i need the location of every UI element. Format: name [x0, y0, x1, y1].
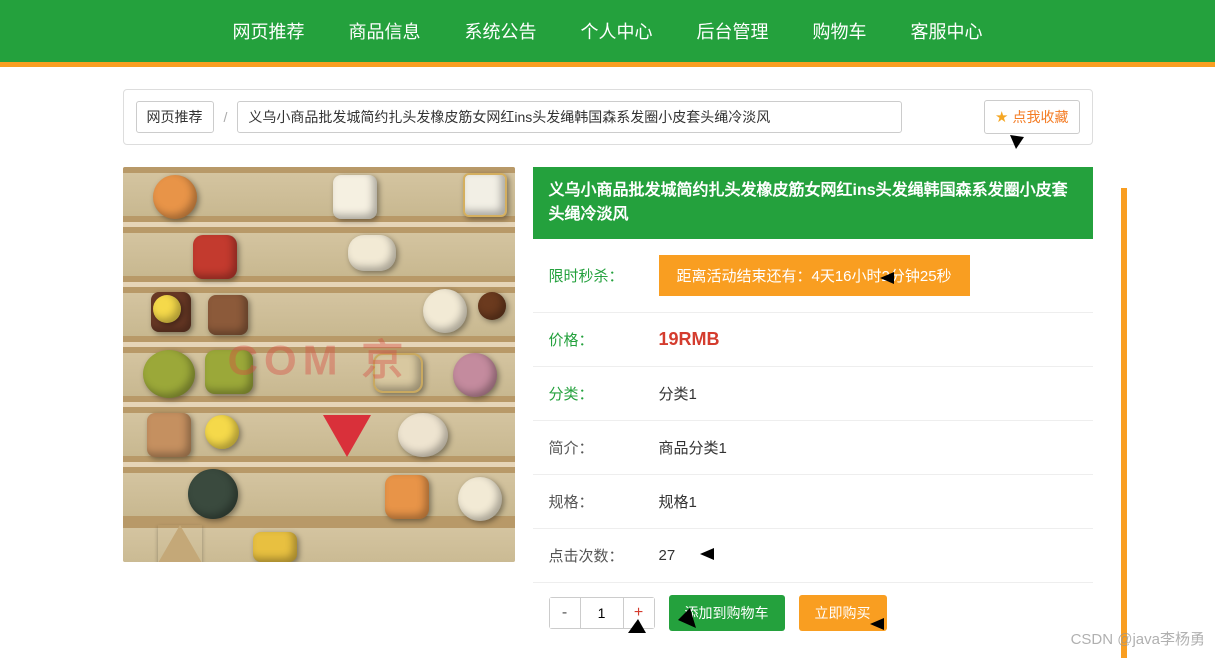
nav-support[interactable]: 客服中心: [907, 10, 987, 52]
buy-now-button[interactable]: 立即购买: [799, 595, 887, 631]
intro-row: 简介： 商品分类1: [533, 421, 1093, 475]
product-title: 义乌小商品批发城简约扎头发橡皮筋女网红ins头发绳韩国森系发圈小皮套头绳冷淡风: [533, 167, 1093, 239]
top-navigation: 网页推荐 商品信息 系统公告 个人中心 后台管理 购物车 客服中心: [0, 0, 1215, 62]
clicks-label: 点击次数：: [549, 545, 659, 566]
right-orange-border: [1121, 188, 1127, 658]
breadcrumb-title: 义乌小商品批发城简约扎头发橡皮筋女网红ins头发绳韩国森系发圈小皮套头绳冷淡风: [237, 101, 902, 133]
nav-admin[interactable]: 后台管理: [693, 10, 773, 52]
category-value: 分类1: [659, 383, 697, 404]
product-details: 义乌小商品批发城简约扎头发橡皮筋女网红ins头发绳韩国森系发圈小皮套头绳冷淡风 …: [533, 167, 1093, 643]
product-image: COM 京: [123, 167, 515, 562]
category-row: 分类： 分类1: [533, 367, 1093, 421]
qty-plus-button[interactable]: +: [623, 597, 655, 629]
breadcrumb-separator: /: [224, 109, 228, 125]
price-row: 价格： 19RMB: [533, 313, 1093, 367]
flash-label: 限时秒杀：: [549, 265, 659, 286]
accent-bar: [0, 62, 1215, 67]
category-label: 分类：: [549, 383, 659, 404]
nav-products[interactable]: 商品信息: [345, 10, 425, 52]
nav-cart[interactable]: 购物车: [809, 10, 871, 52]
qty-minus-button[interactable]: -: [549, 597, 581, 629]
intro-label: 简介：: [549, 437, 659, 458]
spec-value: 规格1: [659, 491, 697, 512]
countdown-timer: 距离活动结束还有：4天16小时2分钟25秒: [659, 255, 970, 296]
action-row: - + 添加到购物车 立即购买: [533, 583, 1093, 643]
add-to-cart-button[interactable]: 添加到购物车: [669, 595, 785, 631]
favorite-button[interactable]: ★ 点我收藏: [984, 100, 1079, 134]
star-icon: ★: [995, 108, 1008, 126]
nav-announce[interactable]: 系统公告: [461, 10, 541, 52]
clicks-row: 点击次数： 27: [533, 529, 1093, 583]
breadcrumb: 网页推荐 / 义乌小商品批发城简约扎头发橡皮筋女网红ins头发绳韩国森系发圈小皮…: [123, 89, 1093, 145]
flash-sale-row: 限时秒杀： 距离活动结束还有：4天16小时2分钟25秒: [533, 239, 1093, 313]
spec-label: 规格：: [549, 491, 659, 512]
breadcrumb-home[interactable]: 网页推荐: [136, 101, 214, 133]
intro-value: 商品分类1: [659, 437, 727, 458]
price-value: 19RMB: [659, 329, 720, 350]
quantity-stepper: - +: [549, 597, 655, 629]
qty-input[interactable]: [581, 597, 623, 629]
favorite-label: 点我收藏: [1013, 107, 1069, 127]
nav-recommend[interactable]: 网页推荐: [229, 10, 309, 52]
clicks-value: 27: [659, 547, 676, 564]
nav-profile[interactable]: 个人中心: [577, 10, 657, 52]
price-label: 价格：: [549, 329, 659, 350]
spec-row: 规格： 规格1: [533, 475, 1093, 529]
